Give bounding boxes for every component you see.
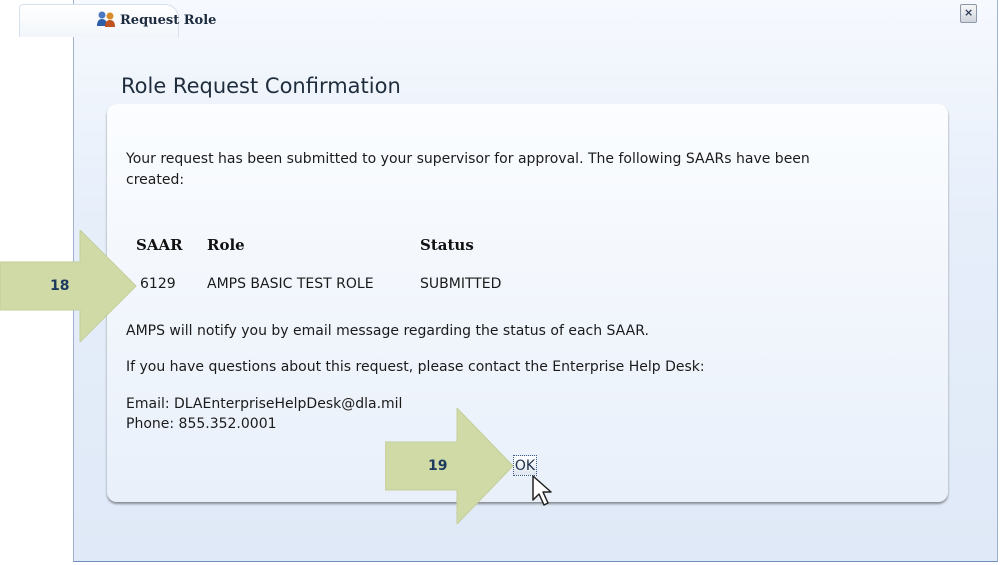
email-text: Email: DLAEnterpriseHelpDesk@dla.mil <box>126 396 403 412</box>
notify-text: AMPS will notify you by email message re… <box>126 323 649 339</box>
questions-text: If you have questions about this request… <box>126 359 705 375</box>
callout-number-18: 18 <box>50 278 70 294</box>
close-button[interactable]: × <box>960 4 977 23</box>
callout-arrow-19 <box>385 408 514 524</box>
close-icon: × <box>964 6 974 19</box>
column-header-status: Status <box>420 236 474 254</box>
intro-line-1: Your request has been submitted to your … <box>126 151 810 167</box>
ok-button[interactable]: OK <box>513 455 537 476</box>
column-header-saar: SAAR <box>136 236 183 254</box>
intro-line-2: created: <box>126 172 185 188</box>
page-title: Role Request Confirmation <box>121 74 401 98</box>
saar-cell: 6129 <box>140 276 176 292</box>
phone-text: Phone: 855.352.0001 <box>126 416 277 432</box>
status-cell: SUBMITTED <box>420 276 502 292</box>
mouse-pointer-icon <box>532 475 552 506</box>
window-title: Request Role <box>120 13 217 28</box>
role-cell: AMPS BASIC TEST ROLE <box>207 276 374 292</box>
callout-number-19: 19 <box>428 458 448 474</box>
callout-arrow-18 <box>0 230 137 342</box>
column-header-role: Role <box>207 236 245 254</box>
role-people-icon <box>97 11 115 27</box>
